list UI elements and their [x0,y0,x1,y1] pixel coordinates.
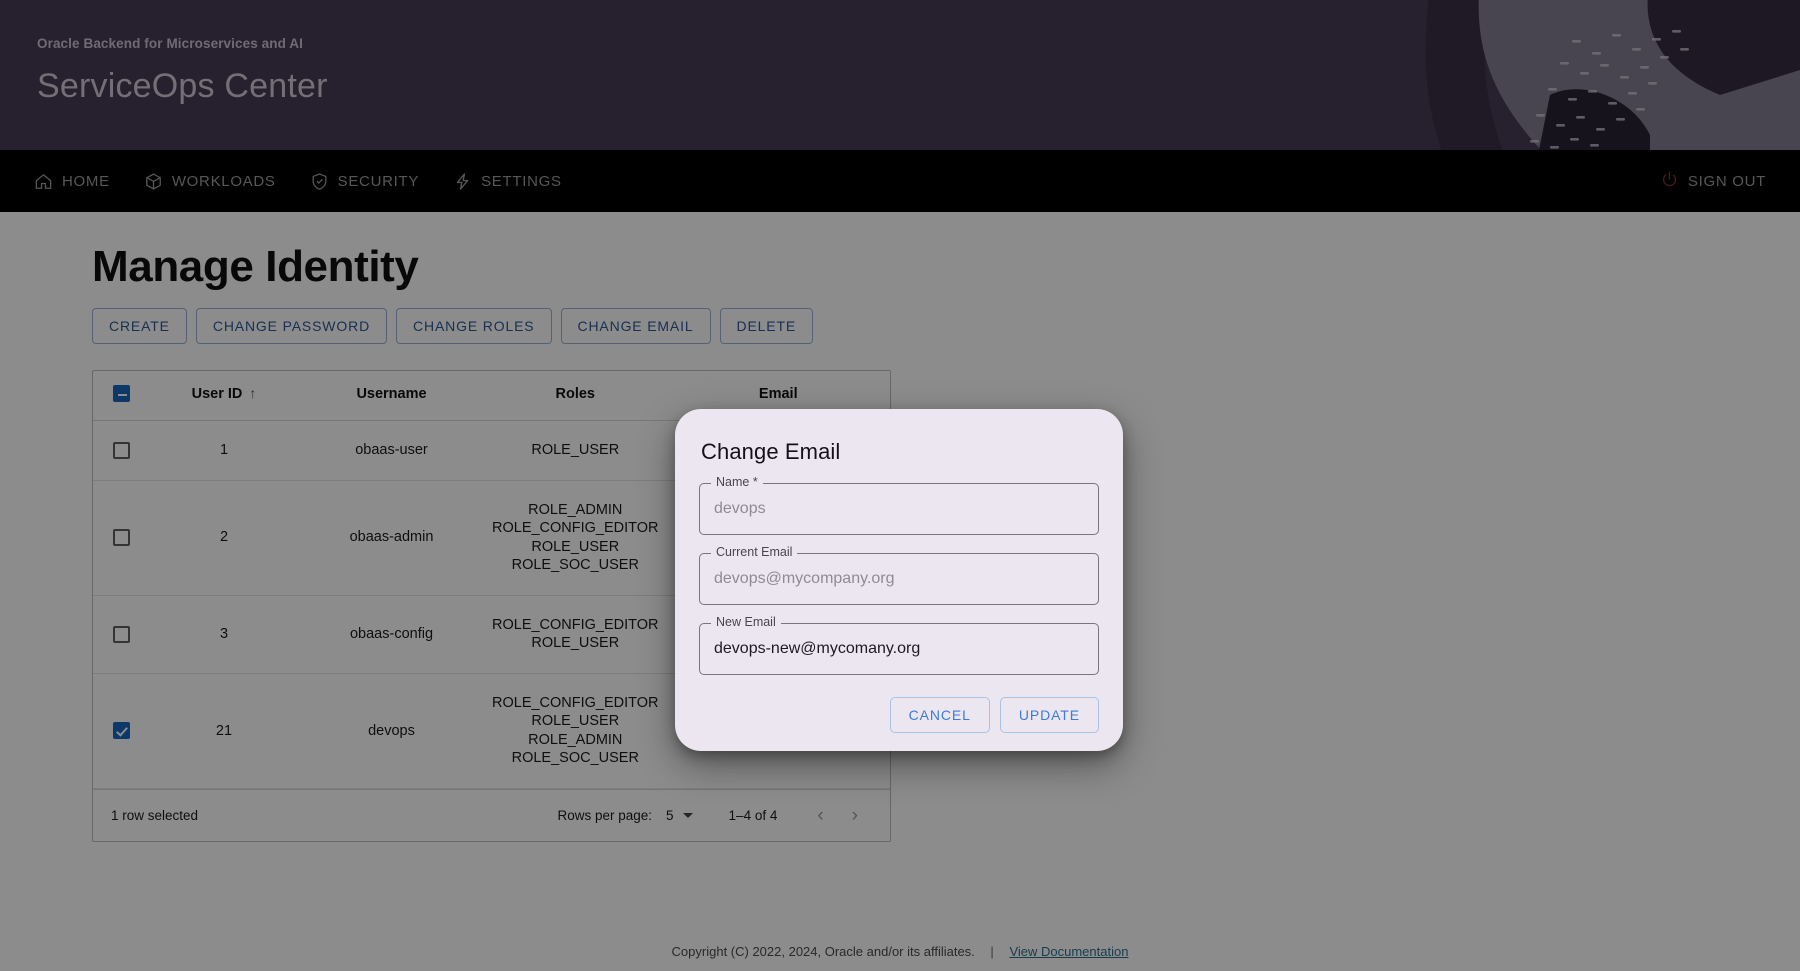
current-email-field[interactable]: Current Email devops@mycompany.org [699,553,1099,605]
dialog-update-button[interactable]: UPDATE [1000,697,1099,733]
new-email-field[interactable]: New Email devops-new@mycomany.org [699,623,1099,675]
dialog-action-row: CANCEL UPDATE [699,697,1099,733]
name-field-label: Name * [711,476,763,489]
name-field-value: devops [714,500,766,518]
current-email-field-value: devops@mycompany.org [714,570,894,588]
dialog-title: Change Email [701,439,1099,465]
new-email-field-label: New Email [711,616,781,629]
name-field[interactable]: Name * devops [699,483,1099,535]
change-email-dialog: Change Email Name * devops Current Email… [675,409,1123,751]
dialog-cancel-button[interactable]: CANCEL [890,697,990,733]
current-email-field-label: Current Email [711,546,797,559]
new-email-field-value: devops-new@mycomany.org [714,640,920,658]
